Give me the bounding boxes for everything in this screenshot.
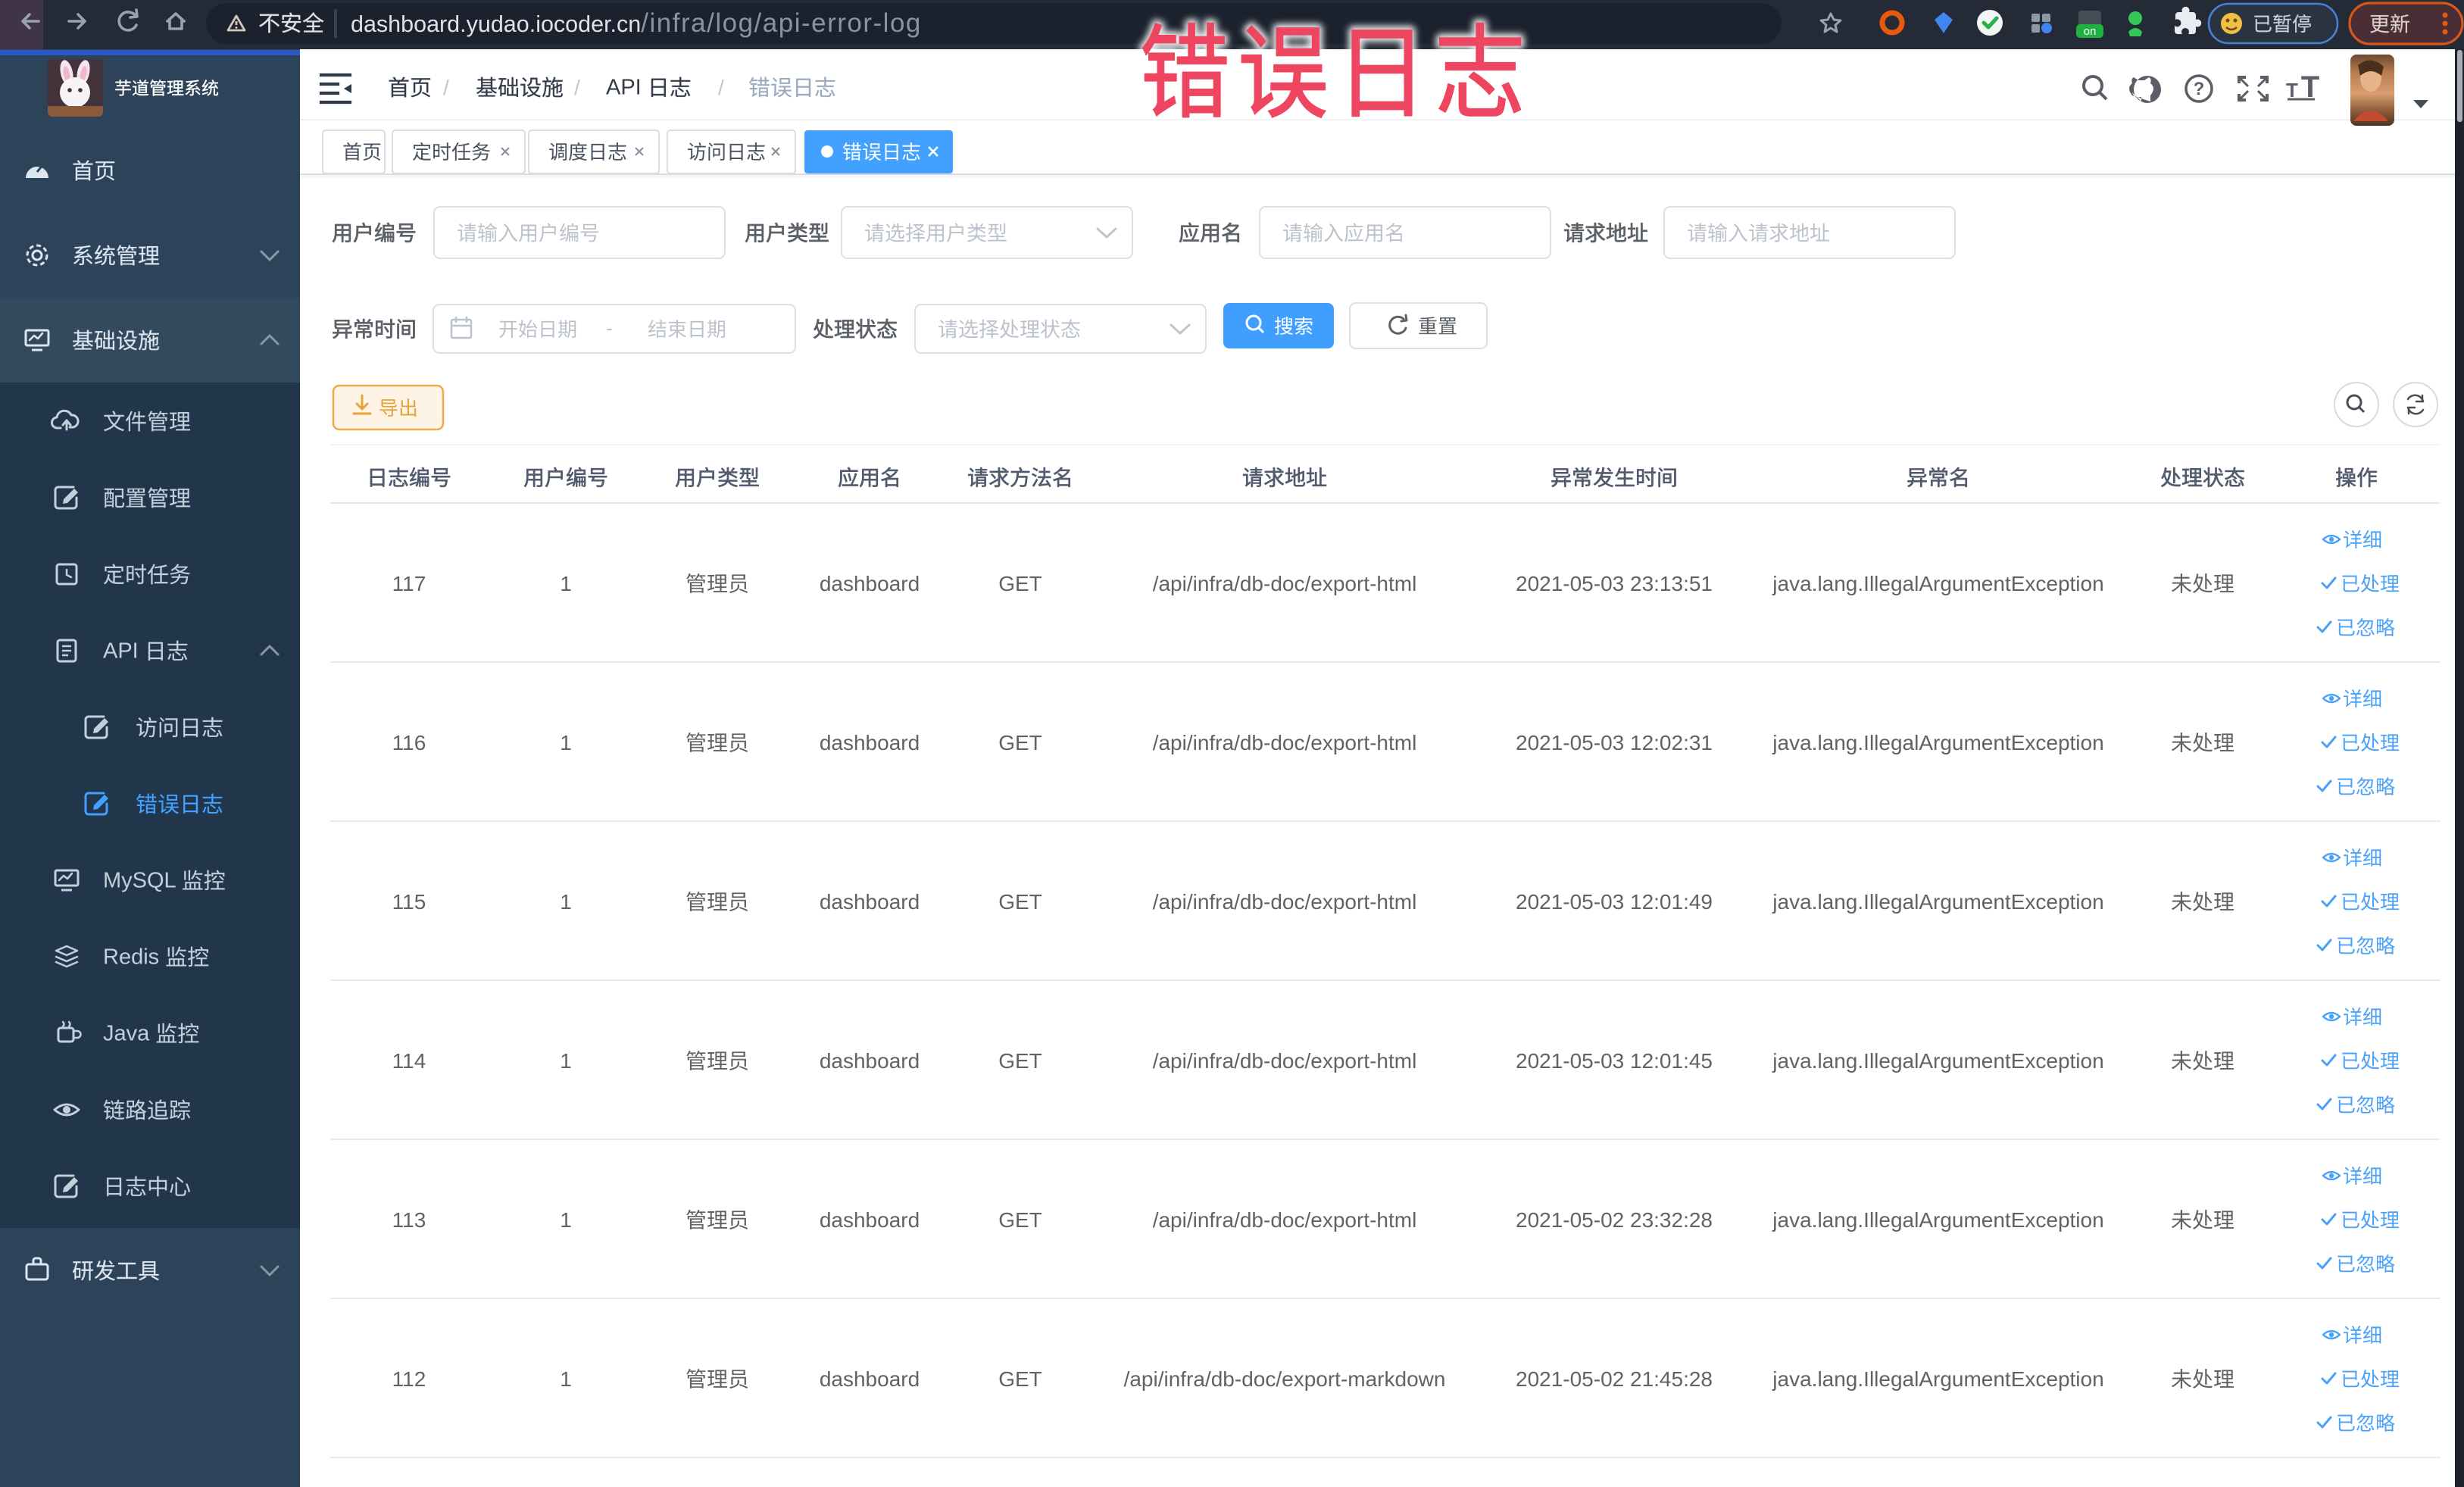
svg-text:/: /	[718, 76, 724, 99]
svg-text:2021-05-03 12:02:31: 2021-05-03 12:02:31	[1516, 731, 1713, 754]
svg-text:Redis: Redis	[103, 945, 159, 969]
svg-text:2021-05-03 12:01:49: 2021-05-03 12:01:49	[1516, 890, 1713, 914]
svg-text:dashboard: dashboard	[820, 731, 920, 754]
svg-text:dashboard: dashboard	[820, 1049, 920, 1073]
svg-text:dashboard: dashboard	[820, 890, 920, 914]
svg-text:GET: GET	[998, 890, 1042, 914]
svg-text:2021-05-03 23:13:51: 2021-05-03 23:13:51	[1516, 572, 1713, 595]
svg-text:/: /	[574, 76, 580, 99]
svg-text:on: on	[2084, 25, 2097, 38]
svg-text:/api/infra/db-doc/export-html: /api/infra/db-doc/export-html	[1153, 890, 1417, 914]
svg-text:112: 112	[392, 1367, 426, 1391]
svg-text:dashboard: dashboard	[820, 572, 920, 595]
svg-text:1: 1	[560, 1367, 572, 1391]
svg-text:1: 1	[560, 572, 572, 595]
svg-text:API: API	[606, 75, 642, 99]
svg-text:2021-05-03 12:01:45: 2021-05-03 12:01:45	[1516, 1049, 1713, 1073]
svg-text:?: ?	[2194, 79, 2205, 99]
svg-text:java.lang.IllegalArgumentExcep: java.lang.IllegalArgumentException	[1772, 1367, 2103, 1391]
svg-text:GET: GET	[998, 1208, 1042, 1232]
svg-text:GET: GET	[998, 1367, 1042, 1391]
svg-text:java.lang.IllegalArgumentExcep: java.lang.IllegalArgumentException	[1772, 1049, 2103, 1073]
svg-text:115: 115	[392, 890, 426, 914]
svg-text:/api/infra/db-doc/export-html: /api/infra/db-doc/export-html	[1153, 572, 1417, 595]
svg-text:1: 1	[560, 890, 572, 914]
svg-text:113: 113	[392, 1208, 426, 1232]
svg-text:/api/infra/db-doc/export-html: /api/infra/db-doc/export-html	[1153, 1208, 1417, 1232]
svg-text:Java: Java	[103, 1021, 150, 1045]
svg-text:114: 114	[392, 1049, 426, 1073]
svg-text:/infra/log/api-error-log: /infra/log/api-error-log	[641, 8, 922, 38]
svg-text:java.lang.IllegalArgumentExcep: java.lang.IllegalArgumentException	[1772, 731, 2103, 754]
svg-text:GET: GET	[998, 731, 1042, 754]
svg-text:1: 1	[560, 731, 572, 754]
svg-text:-: -	[606, 317, 613, 339]
svg-text:MySQL: MySQL	[103, 868, 176, 892]
svg-text:java.lang.IllegalArgumentExcep: java.lang.IllegalArgumentException	[1772, 1208, 2103, 1232]
svg-text:/api/infra/db-doc/export-html: /api/infra/db-doc/export-html	[1153, 731, 1417, 754]
svg-text:dashboard.yudao.iocoder.cn: dashboard.yudao.iocoder.cn	[351, 11, 641, 37]
svg-text:API: API	[103, 639, 139, 663]
svg-text:java.lang.IllegalArgumentExcep: java.lang.IllegalArgumentException	[1772, 890, 2103, 914]
svg-text:2021-05-02 21:45:28: 2021-05-02 21:45:28	[1516, 1367, 1713, 1391]
svg-text:2021-05-02 23:32:28: 2021-05-02 23:32:28	[1516, 1208, 1713, 1232]
svg-text:/api/infra/db-doc/export-html: /api/infra/db-doc/export-html	[1153, 1049, 1417, 1073]
svg-text:116: 116	[392, 731, 426, 754]
svg-text:/api/infra/db-doc/export-markd: /api/infra/db-doc/export-markdown	[1124, 1367, 1446, 1391]
svg-text:dashboard: dashboard	[820, 1208, 920, 1232]
svg-text:GET: GET	[998, 1049, 1042, 1073]
svg-text:java.lang.IllegalArgumentExcep: java.lang.IllegalArgumentException	[1772, 572, 2103, 595]
svg-text:/: /	[443, 76, 449, 99]
svg-text:GET: GET	[998, 572, 1042, 595]
svg-text:1: 1	[560, 1208, 572, 1232]
svg-text:1: 1	[560, 1049, 572, 1073]
svg-text:dashboard: dashboard	[820, 1367, 920, 1391]
svg-text:117: 117	[392, 572, 426, 595]
